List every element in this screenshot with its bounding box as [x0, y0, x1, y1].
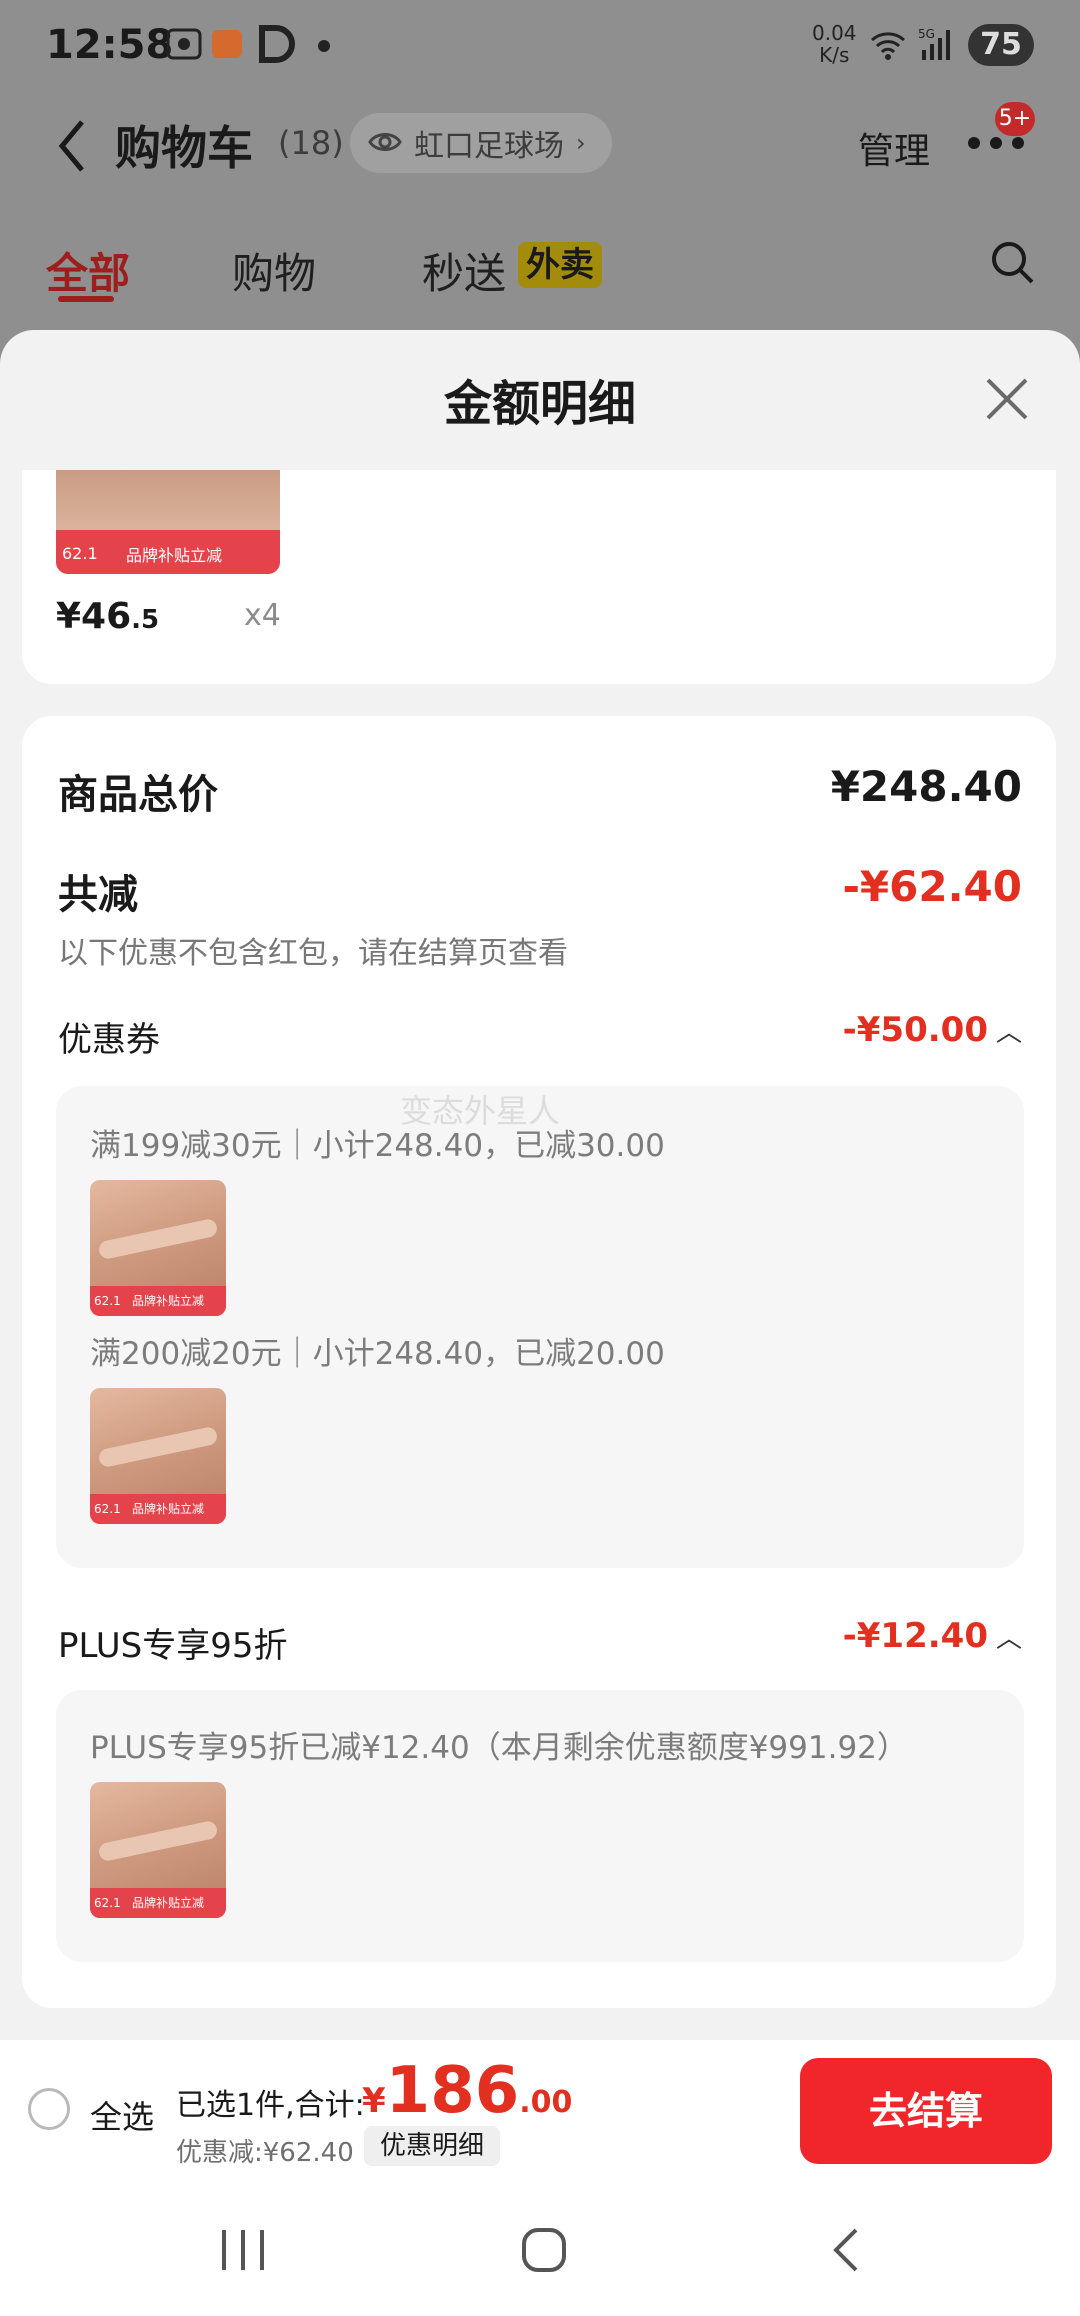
- battery-indicator: 75: [968, 24, 1034, 66]
- plus-toggle[interactable]: -¥12.40 ︿: [843, 1616, 1022, 1656]
- tab-fast-delivery[interactable]: 秒送: [422, 240, 506, 301]
- eye-icon: [368, 133, 402, 151]
- close-icon[interactable]: [984, 376, 1030, 422]
- page-title: 购物车: [115, 121, 253, 175]
- manage-button[interactable]: 管理: [858, 122, 930, 174]
- svg-text:5G: 5G: [918, 27, 935, 41]
- checkout-button[interactable]: 去结算: [800, 2058, 1052, 2164]
- total-price-value: ¥248.40: [830, 762, 1022, 811]
- d-app-icon: [259, 25, 295, 63]
- coupon-rule-2: 满200减20元｜小计248.40，已减20.00: [90, 1336, 665, 1372]
- discount-text: 优惠减:¥62.40: [176, 2138, 354, 2168]
- tab-shopping[interactable]: 购物: [232, 240, 316, 301]
- tab-takeout-badge[interactable]: 外卖: [518, 242, 602, 288]
- cart-count: (18): [278, 124, 344, 162]
- reduce-value: -¥62.40: [842, 862, 1022, 911]
- nav-back-icon[interactable]: [830, 2226, 862, 2274]
- location-label: 虹口足球场: [414, 129, 564, 164]
- tab-active-indicator: [58, 296, 114, 302]
- plus-rule: PLUS专享95折已减¥12.40（本月剩余优惠额度¥991.92）: [90, 1730, 908, 1766]
- reduce-note: 以下优惠不包含红包，请在结算页查看: [58, 936, 568, 971]
- chevron-right-icon: ›: [576, 129, 586, 157]
- selected-count-text: 已选1件,合计:: [176, 2088, 365, 2123]
- reduce-label: 共减: [58, 872, 138, 918]
- net-speed: 0.04 K/s: [812, 21, 857, 67]
- sheet-title: 金额明细: [443, 376, 636, 432]
- coupon-product-image[interactable]: 62.1 品牌补贴立减: [90, 1180, 226, 1316]
- status-time: 12:58: [46, 22, 174, 68]
- screenshot-icon: [166, 28, 202, 60]
- back-icon[interactable]: [56, 118, 88, 174]
- recent-apps-icon[interactable]: [218, 2228, 268, 2272]
- coupon-toggle[interactable]: -¥50.00 ︿: [843, 1010, 1022, 1050]
- message-badge: 5+: [995, 102, 1035, 136]
- item-price: ¥46.5: [56, 596, 160, 637]
- select-all-label[interactable]: 全选: [90, 2092, 154, 2138]
- app-notify-icon: [212, 30, 242, 58]
- discount-detail-button[interactable]: 优惠明细: [364, 2126, 501, 2166]
- total-amount: ¥186.00: [362, 2054, 573, 2128]
- location-selector[interactable]: 虹口足球场 ›: [350, 113, 612, 173]
- chevron-up-icon: ︿: [995, 1623, 1022, 1654]
- select-all-checkbox[interactable]: [28, 2088, 70, 2130]
- plus-value: -¥12.40: [842, 1616, 988, 1656]
- total-price-label: 商品总价: [58, 772, 218, 818]
- coupon-value: -¥50.00: [842, 1010, 988, 1050]
- search-icon[interactable]: [990, 240, 1036, 286]
- coupon-rule-1: 满199减30元｜小计248.40，已减30.00: [90, 1128, 665, 1164]
- plus-product-image[interactable]: 62.1 品牌补贴立减: [90, 1782, 226, 1918]
- chevron-up-icon: ︿: [995, 1017, 1022, 1048]
- tab-all[interactable]: 全部: [46, 240, 130, 301]
- plus-label: PLUS专享95折: [58, 1626, 288, 1666]
- wifi-icon: [871, 32, 905, 60]
- item-quantity: x4: [244, 598, 281, 633]
- coupon-label: 优惠券: [58, 1020, 160, 1060]
- dot-icon: [318, 40, 330, 52]
- product-image[interactable]: 62.1 品牌补贴立减: [56, 470, 280, 574]
- signal-icon: 5G: [918, 27, 950, 60]
- coupon-product-image[interactable]: 62.1 品牌补贴立减: [90, 1388, 226, 1524]
- home-icon[interactable]: [520, 2226, 568, 2274]
